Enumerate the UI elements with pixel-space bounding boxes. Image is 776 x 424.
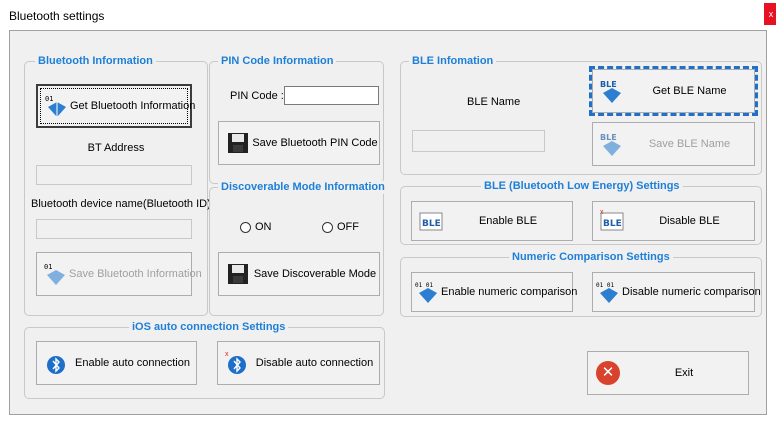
bluetooth-binary-icon: 01 01	[596, 279, 622, 305]
ble-information-title: BLE Infomation	[409, 55, 497, 68]
pin-code-group: PIN Code Information PIN Code : Save Blu…	[209, 55, 384, 184]
title-bar: Bluetooth settings x	[0, 0, 776, 30]
svg-text:x: x	[225, 351, 229, 358]
radio-circle-icon	[240, 221, 251, 233]
radio-circle-icon	[322, 221, 333, 233]
client-area: Bluetooth Information 01 Get Bluetooth I…	[9, 30, 767, 415]
ble-information-group: BLE Infomation BLE Name BLE Get BLE Name…	[400, 55, 762, 175]
bluetooth-device-name-label: Bluetooth device name(Bluetooth ID)	[31, 198, 211, 210]
save-bluetooth-information-label: Save Bluetooth Information	[69, 268, 202, 280]
exit-button[interactable]: ✕ Exit	[587, 351, 749, 395]
save-bluetooth-information-button[interactable]: 01 Save Bluetooth Information	[36, 252, 202, 296]
numeric-comparison-title: Numeric Comparison Settings	[509, 251, 673, 264]
discoverable-off-label: OFF	[337, 221, 359, 233]
svg-text:01: 01	[45, 95, 53, 103]
svg-text:x: x	[600, 209, 604, 216]
discoverable-mode-group: Discoverable Mode Information ON OFF Sav…	[209, 181, 388, 316]
bluetooth-ble-icon: BLE	[599, 78, 625, 104]
ble-badge-icon: BLE	[418, 208, 444, 234]
bluetooth-information-group: Bluetooth Information 01 Get Bluetooth I…	[24, 55, 211, 316]
disable-auto-connection-button[interactable]: x Disable auto connection	[217, 341, 380, 385]
svg-text:01 01: 01 01	[415, 282, 433, 289]
pin-code-input[interactable]	[284, 86, 379, 105]
save-ble-name-button[interactable]: BLE Save BLE Name	[592, 122, 755, 166]
get-ble-name-label: Get BLE Name	[652, 85, 727, 97]
pin-code-label: PIN Code :	[230, 90, 284, 102]
get-bluetooth-information-button[interactable]: 01 Get Bluetooth Information	[36, 84, 195, 128]
bt-address-field	[36, 165, 192, 185]
ble-settings-group: BLE (Bluetooth Low Energy) Settings BLE …	[400, 180, 762, 245]
disable-numeric-comparison-button[interactable]: 01 01 Disable numeric comparison	[592, 272, 761, 312]
bluetooth-settings-window: Bluetooth settings x Bluetooth Informati…	[0, 0, 776, 424]
enable-numeric-comparison-label: Enable numeric comparison	[441, 286, 578, 298]
floppy-disk-icon	[225, 261, 251, 287]
error-x-icon: ✕	[596, 361, 620, 385]
exit-label: Exit	[674, 367, 694, 379]
save-discoverable-mode-button[interactable]: Save Discoverable Mode	[218, 252, 380, 296]
save-bluetooth-pin-code-label: Save Bluetooth PIN Code	[252, 137, 378, 149]
bluetooth-binary-icon: 01 01	[415, 279, 441, 305]
enable-auto-connection-label: Enable auto connection	[75, 357, 190, 369]
save-discoverable-mode-label: Save Discoverable Mode	[253, 268, 377, 280]
svg-text:01 01: 01 01	[596, 282, 614, 289]
bluetooth-circle-icon	[43, 350, 69, 376]
ble-name-label: BLE Name	[467, 96, 521, 108]
enable-ble-button[interactable]: BLE Enable BLE	[411, 201, 573, 241]
svg-text:BLE: BLE	[600, 133, 617, 142]
numeric-comparison-group: Numeric Comparison Settings 01 01 Enable…	[400, 251, 762, 317]
bluetooth-device-name-field	[36, 219, 192, 239]
enable-auto-connection-button[interactable]: Enable auto connection	[36, 341, 197, 385]
close-button[interactable]: x	[764, 3, 776, 25]
svg-text:BLE: BLE	[603, 219, 622, 229]
ios-auto-connection-group: iOS auto connection Settings Enable auto…	[24, 321, 385, 399]
svg-text:BLE: BLE	[600, 80, 617, 89]
pin-code-title: PIN Code Information	[218, 55, 337, 68]
get-ble-name-button[interactable]: BLE Get BLE Name	[589, 66, 758, 116]
discoverable-mode-title: Discoverable Mode Information	[218, 181, 388, 194]
svg-text:BLE: BLE	[422, 219, 441, 229]
discoverable-off-radio[interactable]: OFF	[322, 221, 359, 233]
save-bluetooth-pin-code-button[interactable]: Save Bluetooth PIN Code	[218, 121, 380, 165]
ble-name-field	[412, 130, 545, 152]
ble-badge-icon: BLE x	[599, 208, 625, 234]
enable-ble-label: Enable BLE	[478, 215, 538, 227]
bluetooth-information-title: Bluetooth Information	[35, 55, 156, 68]
bluetooth-circle-icon: x	[224, 350, 250, 376]
disable-auto-connection-label: Disable auto connection	[255, 357, 374, 369]
ble-settings-title: BLE (Bluetooth Low Energy) Settings	[481, 180, 683, 193]
bluetooth-ble-icon: BLE	[599, 131, 625, 157]
bluetooth-binary-icon: 01	[43, 261, 69, 287]
ios-auto-connection-title: iOS auto connection Settings	[129, 321, 289, 334]
disable-ble-button[interactable]: BLE x Disable BLE	[592, 201, 755, 241]
window-title: Bluetooth settings	[9, 9, 105, 23]
svg-text:01: 01	[44, 263, 52, 271]
discoverable-on-label: ON	[255, 221, 272, 233]
enable-numeric-comparison-button[interactable]: 01 01 Enable numeric comparison	[411, 272, 577, 312]
floppy-disk-icon	[225, 130, 251, 156]
disable-numeric-comparison-label: Disable numeric comparison	[622, 286, 761, 298]
save-ble-name-label: Save BLE Name	[648, 138, 731, 150]
discoverable-on-radio[interactable]: ON	[240, 221, 272, 233]
bt-address-label: BT Address	[87, 142, 145, 154]
bluetooth-binary-icon: 01	[44, 93, 70, 119]
disable-ble-label: Disable BLE	[659, 215, 720, 227]
